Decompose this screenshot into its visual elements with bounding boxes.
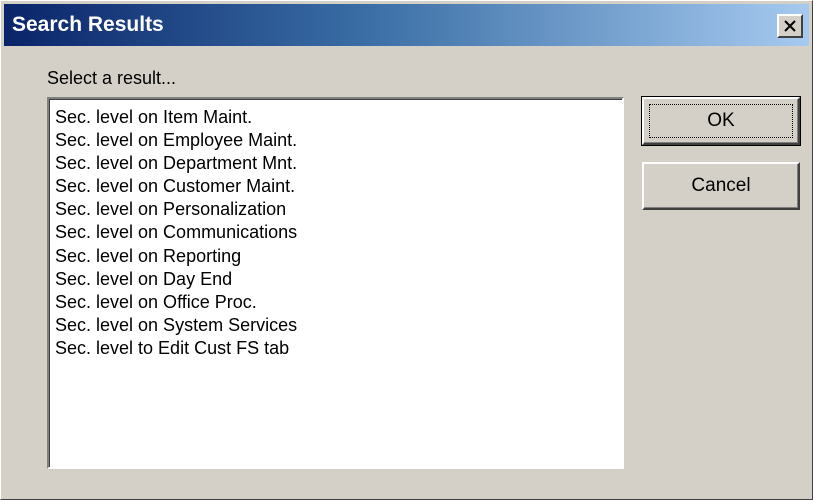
ok-button[interactable]: OK [641, 96, 801, 146]
window-title: Search Results [12, 13, 164, 36]
list-item[interactable]: Sec. level on Office Proc. [55, 291, 622, 314]
list-item[interactable]: Sec. level on Communications [55, 221, 622, 244]
search-results-dialog: Search Results Select a result... Sec. l… [0, 0, 813, 500]
select-result-label: Select a result... [47, 68, 177, 88]
list-item[interactable]: Sec. level on Item Maint. [55, 106, 622, 129]
close-button[interactable] [777, 14, 803, 38]
ok-button-label: OK [649, 104, 793, 138]
results-list: Sec. level on Item Maint. Sec. level on … [49, 99, 622, 360]
list-item[interactable]: Sec. level on Department Mnt. [55, 152, 622, 175]
list-item[interactable]: Sec. level to Edit Cust FS tab [55, 337, 622, 360]
results-listbox[interactable]: Sec. level on Item Maint. Sec. level on … [47, 97, 624, 469]
cancel-button[interactable]: Cancel [642, 162, 800, 210]
list-item[interactable]: Sec. level on Employee Maint. [55, 129, 622, 152]
list-item[interactable]: Sec. level on Personalization [55, 198, 622, 221]
list-item[interactable]: Sec. level on Day End [55, 268, 622, 291]
close-icon [784, 20, 796, 32]
title-bar[interactable]: Search Results [4, 4, 809, 46]
list-item[interactable]: Sec. level on Customer Maint. [55, 175, 622, 198]
list-item[interactable]: Sec. level on Reporting [55, 245, 622, 268]
list-item[interactable]: Sec. level on System Services [55, 314, 622, 337]
